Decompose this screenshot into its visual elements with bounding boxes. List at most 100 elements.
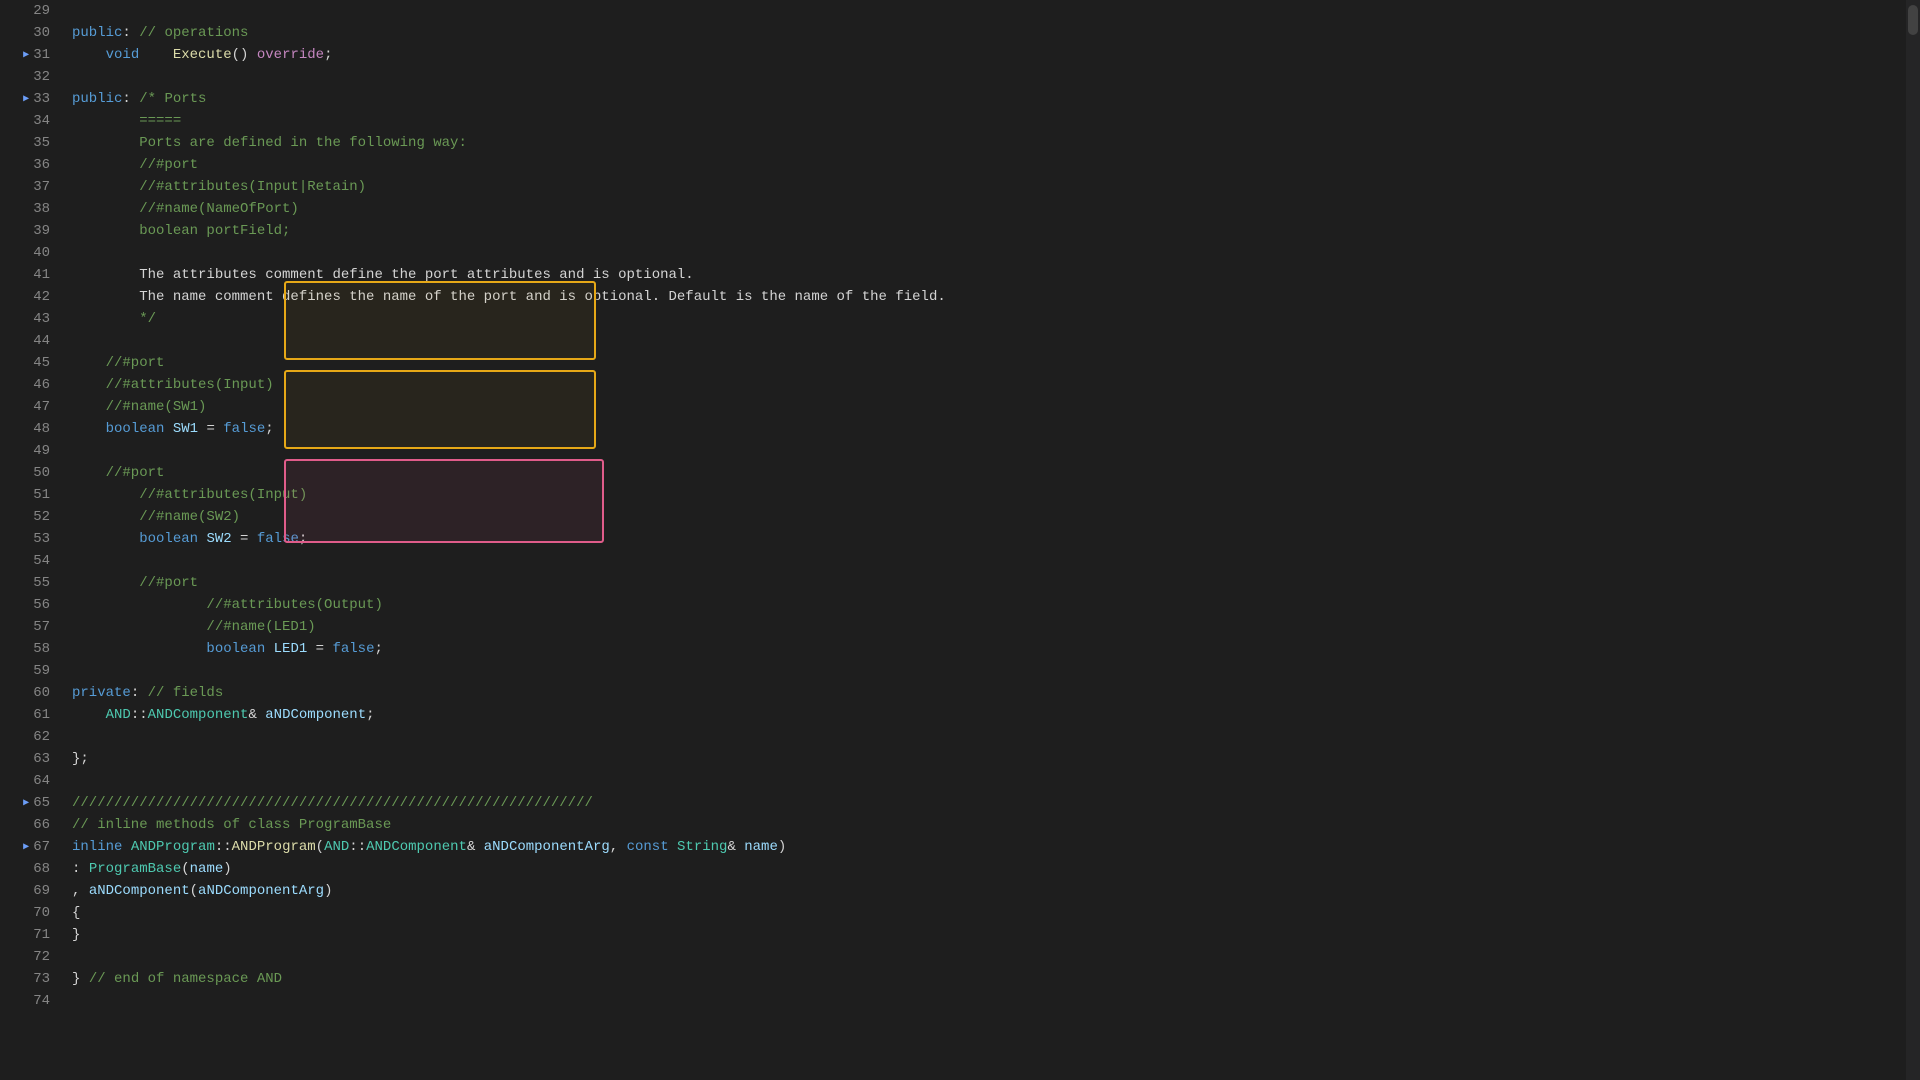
line-number-60: 60: [0, 682, 60, 704]
code-line-62: [64, 726, 1920, 748]
line-num-label-57: 57: [33, 619, 50, 635]
line-number-40: 40: [0, 242, 60, 264]
line-number-30: 30: [0, 22, 60, 44]
code-line-70: {: [64, 902, 1920, 924]
line-num-label-61: 61: [33, 707, 50, 723]
fold-icon[interactable]: ▶: [23, 841, 29, 853]
code-line-30: public: // operations: [64, 22, 1920, 44]
line-num-label-50: 50: [33, 465, 50, 481]
line-num-label-44: 44: [33, 333, 50, 349]
line-num-label-53: 53: [33, 531, 50, 547]
line-num-label-68: 68: [33, 861, 50, 877]
code-line-60: private: // fields: [64, 682, 1920, 704]
fold-icon[interactable]: ▶: [23, 49, 29, 61]
code-line-59: [64, 660, 1920, 682]
code-line-71: }: [64, 924, 1920, 946]
code-line-42: The name comment defines the name of the…: [64, 286, 1920, 308]
line-number-70: 70: [0, 902, 60, 924]
code-line-31: void Execute() override;: [64, 44, 1920, 66]
code-line-37: //#attributes(Input|Retain): [64, 176, 1920, 198]
line-num-label-35: 35: [33, 135, 50, 151]
line-num-label-71: 71: [33, 927, 50, 943]
code-line-32: [64, 66, 1920, 88]
line-num-label-63: 63: [33, 751, 50, 767]
code-line-46: //#attributes(Input): [64, 374, 1920, 396]
code-line-58: boolean LED1 = false;: [64, 638, 1920, 660]
line-number-65: ▶ 65: [0, 792, 60, 814]
code-line-43: */: [64, 308, 1920, 330]
line-number-63: 63: [0, 748, 60, 770]
vertical-scrollbar[interactable]: [1906, 0, 1920, 1080]
line-number-47: 47: [0, 396, 60, 418]
code-line-69: , aNDComponent(aNDComponentArg): [64, 880, 1920, 902]
line-num-label-58: 58: [33, 641, 50, 657]
code-line-55: //#port: [64, 572, 1920, 594]
line-number-49: 49: [0, 440, 60, 462]
scrollbar-thumb[interactable]: [1908, 5, 1918, 35]
line-number-74: 74: [0, 990, 60, 1012]
code-line-66: // inline methods of class ProgramBase: [64, 814, 1920, 836]
line-number-64: 64: [0, 770, 60, 792]
line-num-label-64: 64: [33, 773, 50, 789]
line-num-label-65: 65: [33, 795, 50, 811]
line-num-label-43: 43: [33, 311, 50, 327]
line-num-label-72: 72: [33, 949, 50, 965]
code-line-40: [64, 242, 1920, 264]
line-number-36: 36: [0, 154, 60, 176]
line-number-57: 57: [0, 616, 60, 638]
code-line-54: [64, 550, 1920, 572]
line-num-label-45: 45: [33, 355, 50, 371]
code-line-63: };: [64, 748, 1920, 770]
line-number-54: 54: [0, 550, 60, 572]
line-num-label-37: 37: [33, 179, 50, 195]
code-line-35: Ports are defined in the following way:: [64, 132, 1920, 154]
fold-icon[interactable]: ▶: [23, 93, 29, 105]
line-num-label-47: 47: [33, 399, 50, 415]
line-number-42: 42: [0, 286, 60, 308]
code-line-74: [64, 990, 1920, 1012]
line-number-45: 45: [0, 352, 60, 374]
line-num-label-34: 34: [33, 113, 50, 129]
line-number-71: 71: [0, 924, 60, 946]
line-number-39: 39: [0, 220, 60, 242]
line-number-61: 61: [0, 704, 60, 726]
line-num-label-40: 40: [33, 245, 50, 261]
code-line-47: //#name(SW1): [64, 396, 1920, 418]
fold-icon[interactable]: ▶: [23, 797, 29, 809]
code-line-61: AND::ANDComponent& aNDComponent;: [64, 704, 1920, 726]
code-line-53: boolean SW2 = false;: [64, 528, 1920, 550]
line-number-34: 34: [0, 110, 60, 132]
line-num-label-42: 42: [33, 289, 50, 305]
line-num-label-73: 73: [33, 971, 50, 987]
line-number-50: 50: [0, 462, 60, 484]
line-num-label-30: 30: [33, 25, 50, 41]
line-num-label-32: 32: [33, 69, 50, 85]
line-num-label-49: 49: [33, 443, 50, 459]
code-content-area[interactable]: public: // operations void Execute() ove…: [64, 0, 1920, 1080]
line-num-label-51: 51: [33, 487, 50, 503]
line-num-label-55: 55: [33, 575, 50, 591]
line-number-53: 53: [0, 528, 60, 550]
line-num-label-74: 74: [33, 993, 50, 1009]
code-line-33: public: /* Ports: [64, 88, 1920, 110]
line-number-52: 52: [0, 506, 60, 528]
line-number-37: 37: [0, 176, 60, 198]
line-number-73: 73: [0, 968, 60, 990]
code-line-48: boolean SW1 = false;: [64, 418, 1920, 440]
line-num-label-59: 59: [33, 663, 50, 679]
line-number-46: 46: [0, 374, 60, 396]
code-line-57: //#name(LED1): [64, 616, 1920, 638]
line-num-label-54: 54: [33, 553, 50, 569]
line-number-33: ▶33: [0, 88, 60, 110]
line-number-62: 62: [0, 726, 60, 748]
code-line-29: [64, 0, 1920, 22]
code-line-68: : ProgramBase(name): [64, 858, 1920, 880]
line-num-label-62: 62: [33, 729, 50, 745]
code-line-56: //#attributes(Output): [64, 594, 1920, 616]
line-number-43: 43: [0, 308, 60, 330]
code-line-64: [64, 770, 1920, 792]
line-number-31: ▶31: [0, 44, 60, 66]
line-number-55: 55: [0, 572, 60, 594]
line-num-label-36: 36: [33, 157, 50, 173]
line-number-59: 59: [0, 660, 60, 682]
